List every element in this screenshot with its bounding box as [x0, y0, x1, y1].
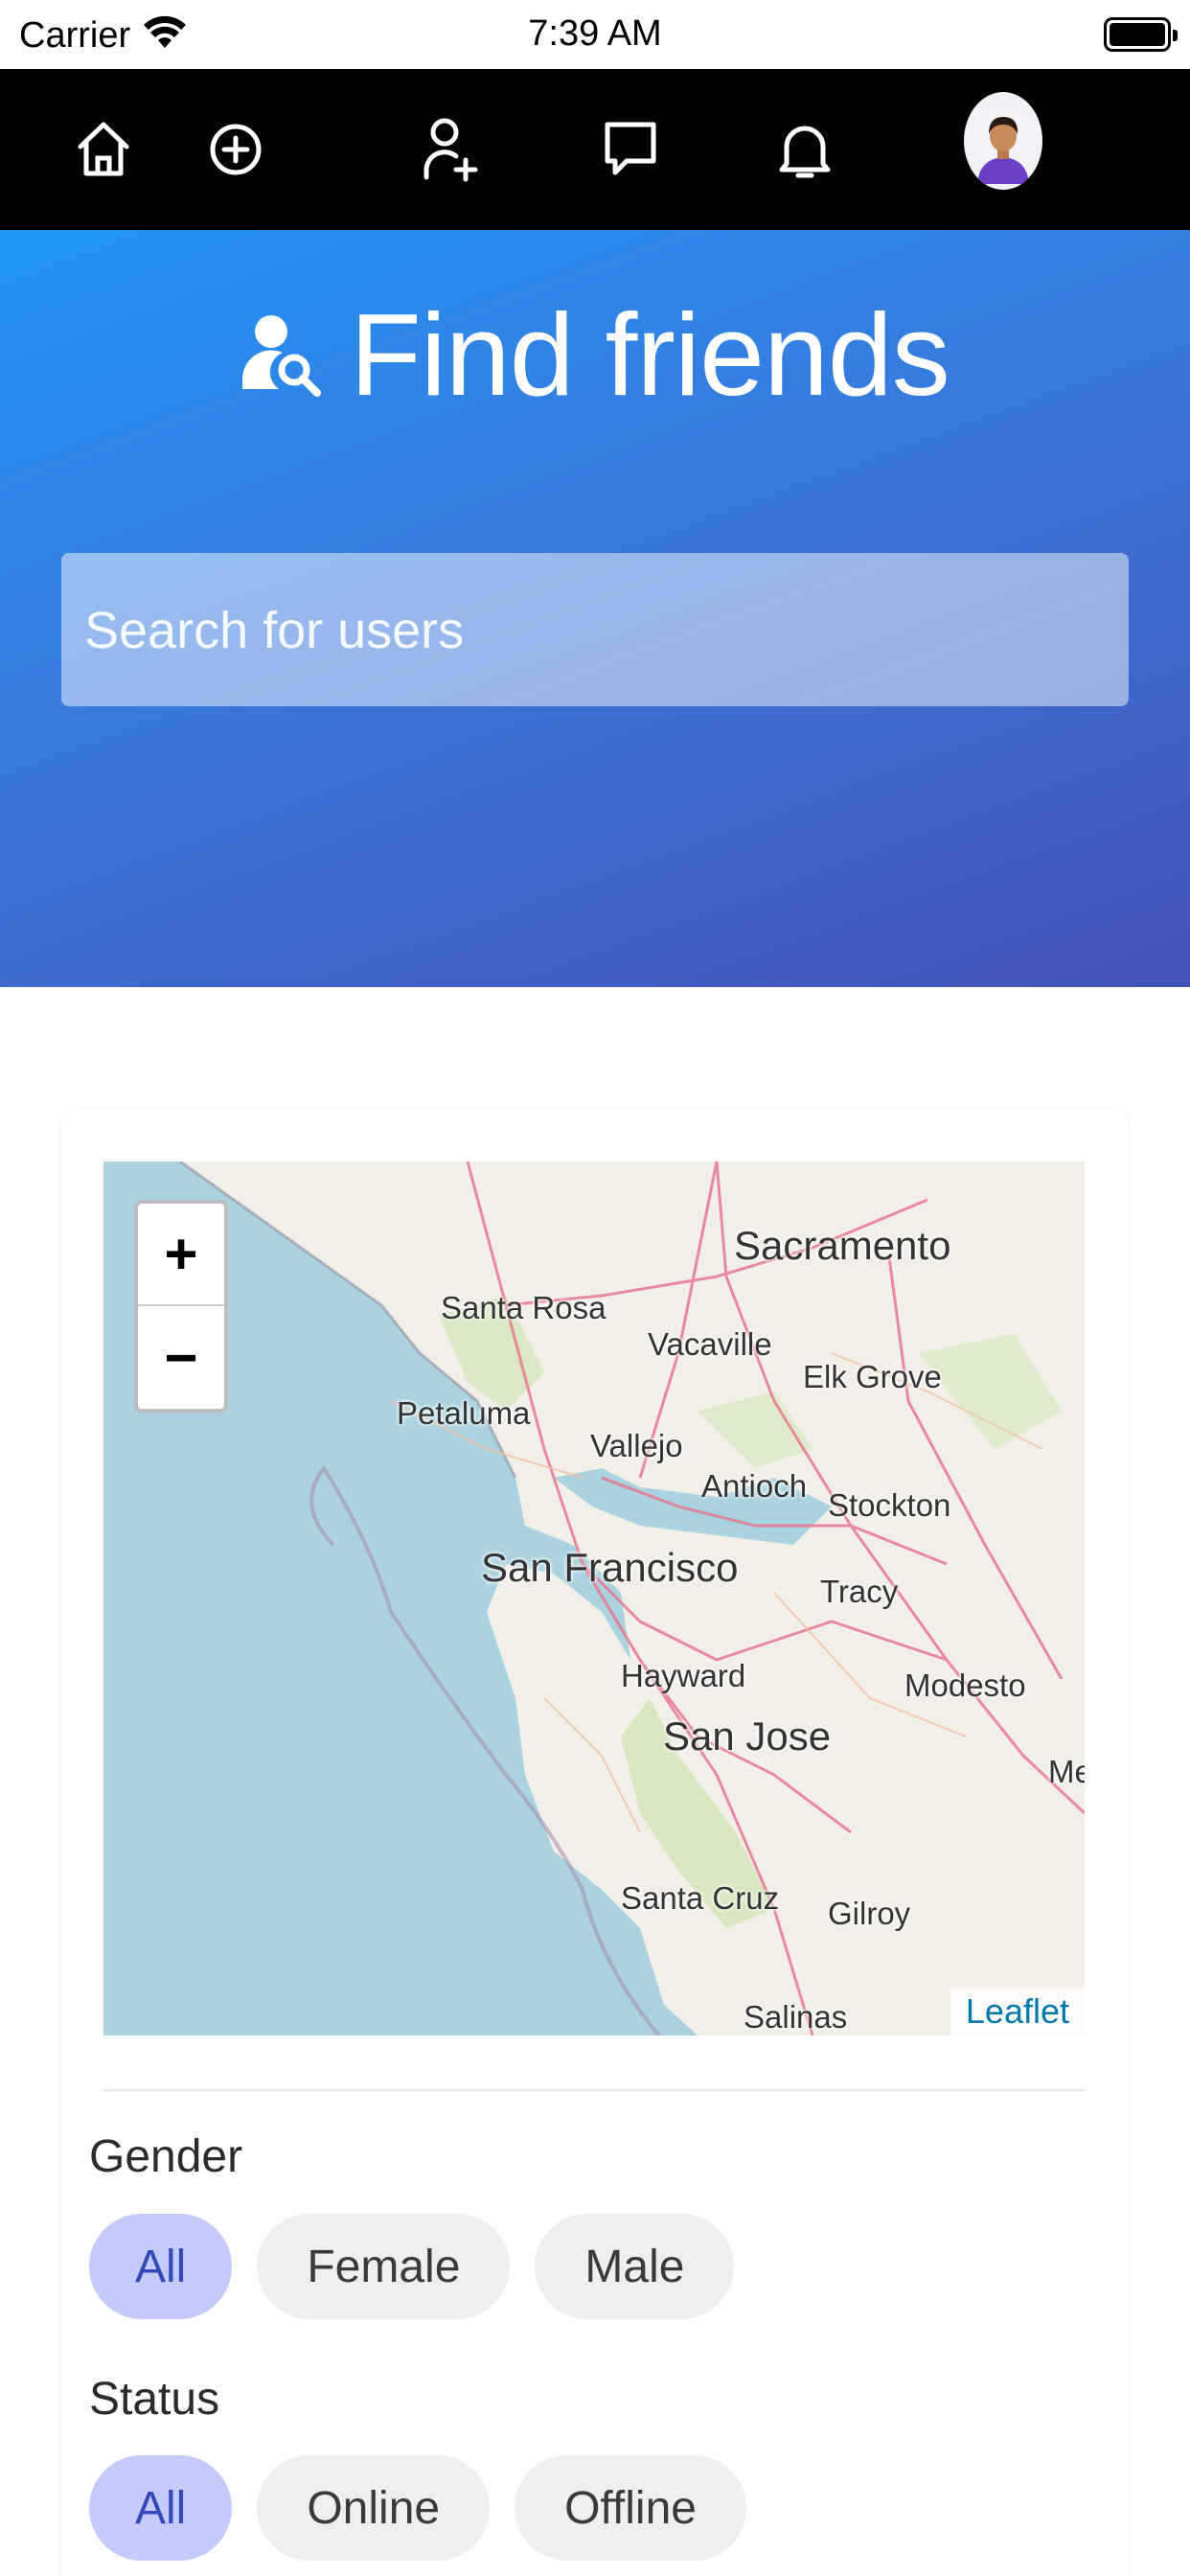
map-label-gilroy: Gilroy: [828, 1896, 911, 1931]
status-filter-label: Status: [89, 2374, 220, 2425]
zoom-in-button[interactable]: +: [138, 1204, 224, 1306]
map-label-me: Me: [1048, 1754, 1085, 1789]
gender-filter-label: Gender: [89, 2131, 243, 2182]
map-zoom-control: + −: [134, 1200, 228, 1413]
add-user-icon[interactable]: [416, 115, 485, 184]
map-label-antioch: Antioch: [701, 1468, 808, 1504]
divider: [103, 2089, 1085, 2091]
bell-icon[interactable]: [770, 115, 839, 184]
map-label-vallejo: Vallejo: [590, 1428, 683, 1463]
gender-chip-all[interactable]: All: [89, 2214, 233, 2319]
status-chip-all[interactable]: All: [89, 2455, 233, 2561]
message-icon[interactable]: [596, 115, 665, 184]
map-label-san-jose: San Jose: [663, 1714, 832, 1759]
map-label-stockton: Stockton: [828, 1487, 951, 1523]
hero-banner: Find friends Search for users: [0, 230, 1190, 987]
search-placeholder: Search for users: [84, 602, 465, 659]
gender-filter-group: All Female Male: [89, 2214, 735, 2319]
search-input[interactable]: Search for users: [61, 553, 1129, 706]
map-label-modesto: Modesto: [904, 1668, 1026, 1703]
gender-chip-female[interactable]: Female: [257, 2214, 511, 2319]
map-label-elk-grove: Elk Grove: [803, 1359, 942, 1394]
map-label-salinas: Salinas: [744, 1999, 848, 2035]
map-label-tracy: Tracy: [820, 1574, 899, 1609]
home-icon[interactable]: [69, 115, 138, 184]
map[interactable]: Sacramento Santa Rosa Vacaville Elk Grov…: [103, 1162, 1085, 2036]
status-chip-offline[interactable]: Offline: [515, 2455, 746, 2561]
avatar[interactable]: [964, 92, 1042, 190]
map-label-san-francisco: San Francisco: [481, 1545, 739, 1590]
clock: 7:39 AM: [528, 13, 662, 54]
gender-chip-male[interactable]: Male: [535, 2214, 735, 2319]
page-title: Find friends: [0, 288, 1190, 422]
map-attribution-link[interactable]: Leaflet: [950, 1988, 1085, 2036]
top-navbar: [0, 69, 1190, 230]
page-title-text: Find friends: [350, 289, 950, 420]
battery-icon: [1104, 17, 1178, 52]
map-label-santa-cruz: Santa Cruz: [621, 1880, 780, 1916]
map-label-vacaville: Vacaville: [648, 1326, 772, 1362]
map-label-santa-rosa: Santa Rosa: [441, 1290, 606, 1325]
map-label-sacramento: Sacramento: [734, 1223, 951, 1268]
add-circle-icon[interactable]: [201, 115, 270, 184]
status-bar: Carrier 7:39 AM: [0, 0, 1190, 69]
status-chip-online[interactable]: Online: [257, 2455, 491, 2561]
user-search-icon: [242, 315, 322, 397]
map-label-hayward: Hayward: [621, 1658, 746, 1693]
status-filter-group: All Online Offline: [89, 2455, 746, 2561]
filter-card: Sacramento Santa Rosa Vacaville Elk Grov…: [61, 1110, 1129, 2576]
map-label-petaluma: Petaluma: [397, 1395, 531, 1431]
zoom-out-button[interactable]: −: [138, 1306, 224, 1409]
